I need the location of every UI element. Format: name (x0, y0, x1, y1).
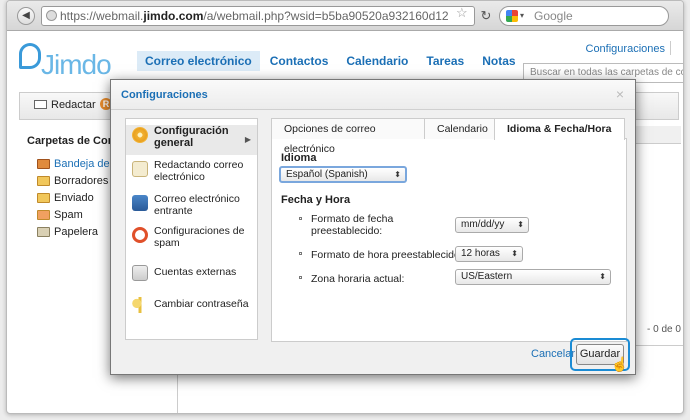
address-bar[interactable]: https://webmail.jimdo.com/a/webmail.php?… (41, 6, 475, 26)
sidebar-item-label: Redactando correo electrónico (154, 159, 244, 183)
language-select[interactable]: Español (Spanish) ⬍ (279, 166, 407, 183)
time-format-label: Formato de hora preestablecido: (311, 249, 463, 261)
globe-icon (46, 10, 57, 21)
page-count: - 0 de 0 (647, 324, 681, 335)
jimdo-logo[interactable]: Jimdo (19, 41, 129, 81)
chevron-updown-icon: ⬍ (599, 272, 606, 281)
trash-icon (37, 226, 50, 237)
sidebar-item-incoming[interactable]: Correo electrónico entrante (126, 193, 257, 223)
folder-label: Borradores (54, 174, 109, 187)
folder-list: Bandeja de e Borradores Enviado Spam Pap… (37, 155, 119, 240)
chevron-down-icon: ▾ (520, 11, 525, 20)
close-icon[interactable]: × (613, 87, 627, 101)
chevron-right-icon: ▶ (244, 135, 251, 144)
url-prefix: https://webmail. (60, 9, 144, 23)
sidebar-item-password[interactable]: Cambiar contraseña (126, 295, 257, 315)
sidebar-item-label: Correo electrónico entrante (154, 193, 240, 217)
datetime-heading: Fecha y Hora (281, 194, 351, 206)
sidebar-item-general[interactable]: Configuración general ▶ (126, 125, 257, 155)
logo-text: Jimdo (41, 49, 112, 80)
nav-email[interactable]: Correo electrónico (137, 51, 260, 71)
date-format-label: Formato de fecha preestablecido: (311, 213, 394, 237)
settings-tabs: Opciones de correo electrónico Calendari… (271, 118, 625, 155)
logo-icon (19, 43, 41, 69)
pencil-icon (132, 161, 148, 177)
timezone-label: Zona horaria actual: (311, 273, 405, 285)
sidebar-item-label: Configuraciones de spam (154, 225, 245, 249)
folder-inbox[interactable]: Bandeja de e (37, 155, 119, 172)
nav-calendar[interactable]: Calendario (338, 51, 416, 71)
url-domain: jimdo.com (143, 9, 204, 23)
gear-icon (132, 127, 148, 143)
nav-tasks[interactable]: Tareas (418, 51, 472, 71)
browser-toolbar: ◀ https://webmail.jimdo.com/a/webmail.ph… (7, 1, 683, 31)
bullet-icon (299, 217, 302, 220)
back-icon[interactable]: ◀ (17, 7, 35, 25)
folder-label: Papelera (54, 225, 99, 238)
tab-calendar[interactable]: Calendario (424, 118, 495, 139)
block-icon (132, 227, 148, 243)
folder-drafts[interactable]: Borradores (37, 172, 119, 189)
google-icon (506, 10, 518, 22)
cancel-button[interactable]: Cancelar (531, 348, 575, 360)
bullet-icon (299, 252, 302, 255)
spam-icon (37, 209, 50, 220)
timezone-select[interactable]: US/Eastern ⬍ (455, 269, 611, 285)
folder-trash[interactable]: Papelera (37, 223, 119, 240)
hand-cursor-icon: ☝ (611, 356, 629, 372)
chevron-updown-icon: ⬍ (394, 170, 401, 179)
main-nav: Correo electrónico Contactos Calendario … (137, 51, 526, 71)
time-format-value: 12 horas (461, 248, 500, 259)
language-value: Español (Spanish) (286, 169, 368, 180)
chevron-updown-icon: ⬍ (517, 220, 524, 229)
inbox-icon (37, 158, 50, 169)
add-account-icon (132, 265, 148, 281)
dialog-title: Configuraciones (121, 89, 208, 101)
sidebar-item-label: Configuración general (154, 125, 229, 149)
sidebar-item-external[interactable]: Cuentas externas (126, 263, 257, 283)
time-format-select[interactable]: 12 horas ⬍ (455, 246, 523, 262)
tab-language-datetime[interactable]: Idioma & Fecha/Hora (494, 118, 625, 140)
folder-sent[interactable]: Enviado (37, 189, 119, 206)
settings-sidebar: Configuración general ▶ Redactando corre… (125, 118, 258, 340)
browser-search-placeholder: Google (534, 9, 573, 23)
folder-label: Spam (54, 208, 83, 221)
key-icon (132, 297, 148, 313)
language-heading: Idioma (281, 152, 317, 164)
tab-email-options[interactable]: Opciones de correo electrónico (271, 118, 425, 155)
dialog-header: Configuraciones × (111, 80, 635, 110)
download-icon (132, 195, 148, 211)
refresh-icon[interactable]: ↻ (477, 6, 495, 26)
folders-title: Carpetas de Corre (27, 135, 123, 147)
timezone-value: US/Eastern (461, 271, 513, 282)
nav-notes[interactable]: Notas (474, 51, 523, 71)
chevron-updown-icon: ⬍ (511, 249, 518, 258)
star-icon[interactable]: ☆ (456, 5, 468, 21)
settings-dialog: Configuraciones × Configuración general … (110, 79, 636, 375)
sent-icon (37, 192, 50, 203)
sidebar-item-label: Cambiar contraseña (154, 298, 249, 310)
settings-link[interactable]: Configuraciones (586, 43, 666, 55)
envelope-icon (34, 100, 47, 109)
url-rest: /a/webmail.php?wsid=b5ba90520a932160d12 (203, 9, 449, 23)
compose-label: Redactar (51, 99, 96, 111)
date-format-select[interactable]: mm/dd/yy ⬍ (455, 217, 529, 233)
drafts-icon (37, 175, 50, 186)
bullet-icon (299, 276, 302, 279)
divider (670, 41, 671, 55)
folder-spam[interactable]: Spam (37, 206, 119, 223)
date-format-value: mm/dd/yy (461, 219, 505, 230)
folder-label: Enviado (54, 191, 94, 204)
compose-button[interactable]: Redactar (34, 99, 96, 111)
nav-contacts[interactable]: Contactos (262, 51, 337, 71)
sidebar-item-spam[interactable]: Configuraciones de spam (126, 225, 257, 255)
sidebar-item-label: Cuentas externas (154, 266, 237, 278)
browser-search-input[interactable]: ▾ Google (499, 6, 669, 26)
sidebar-item-compose[interactable]: Redactando correo electrónico (126, 159, 257, 189)
